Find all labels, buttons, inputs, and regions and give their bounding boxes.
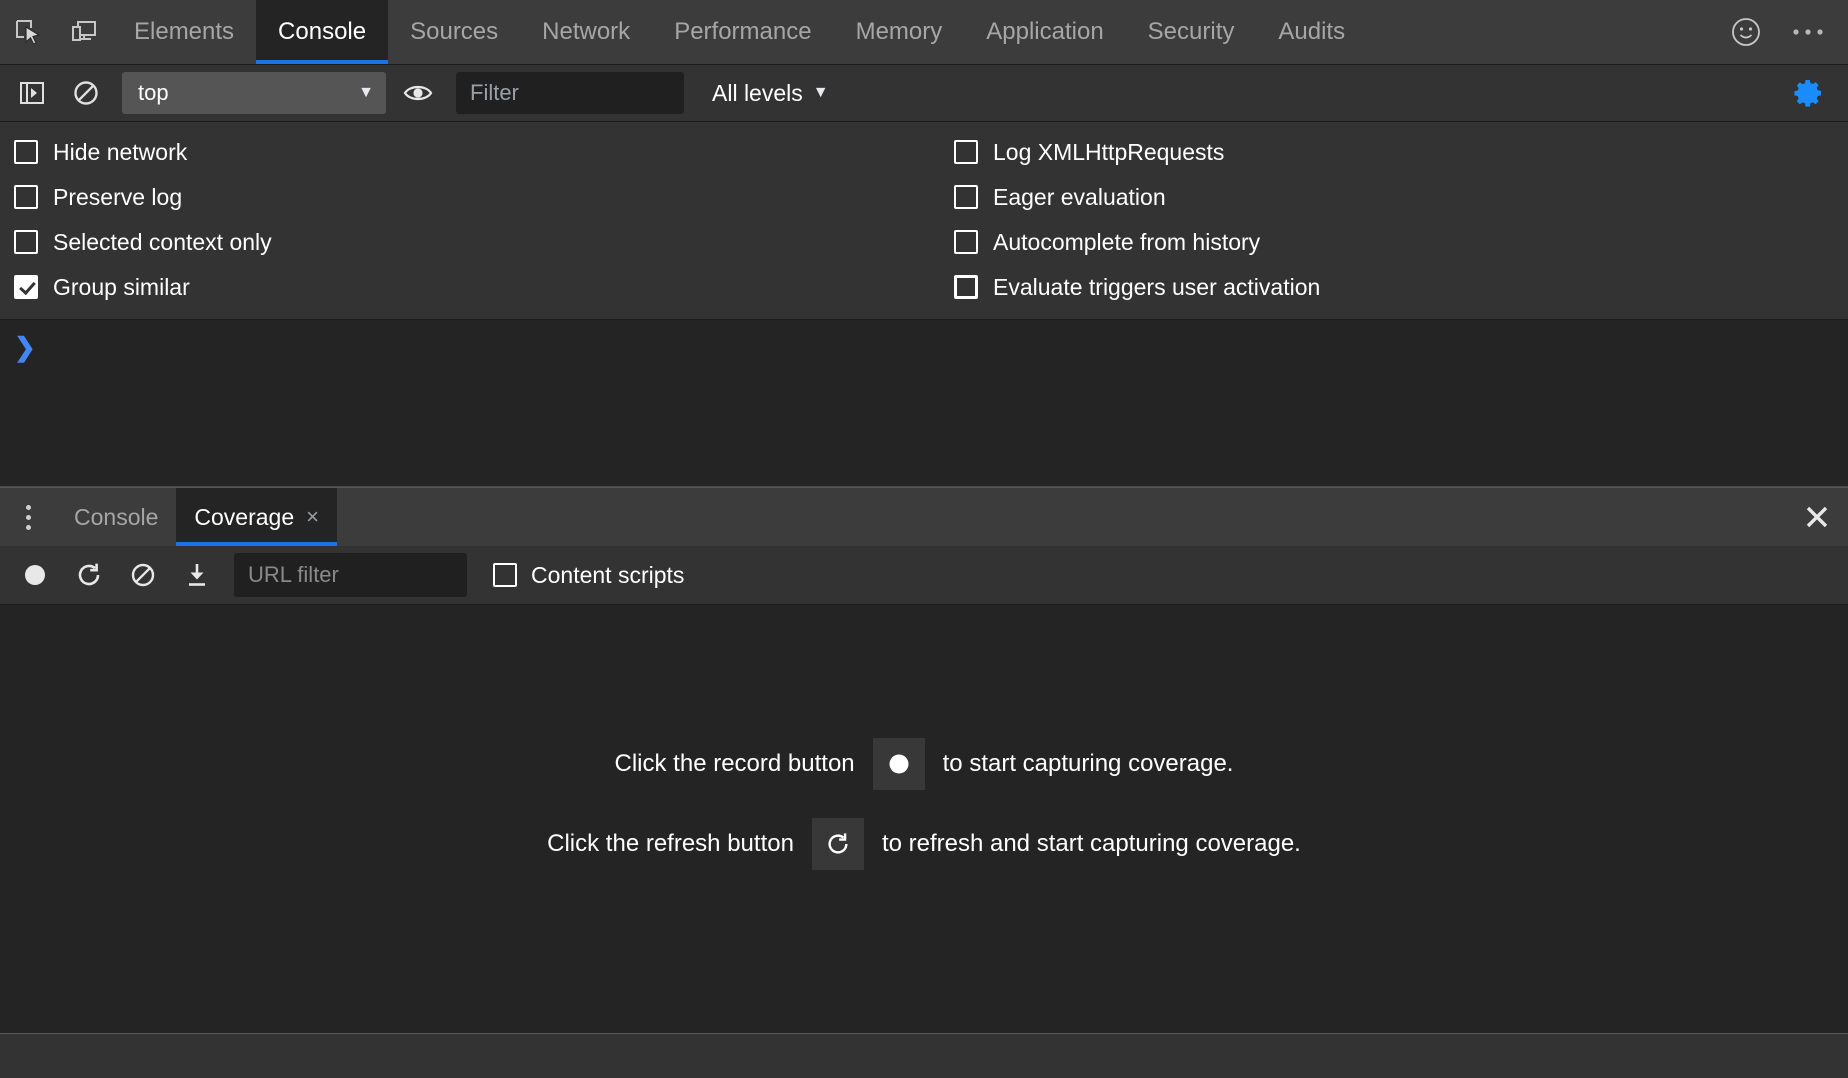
tab-label: Security: [1148, 18, 1235, 46]
tab-elements[interactable]: Elements: [112, 0, 256, 64]
setting-evaluate-triggers-user-activation[interactable]: Evaluate triggers user activation: [954, 271, 1848, 303]
setting-label: Content scripts: [531, 562, 684, 589]
setting-selected-context-only[interactable]: Selected context only: [14, 226, 954, 258]
tab-label: Performance: [674, 18, 811, 46]
execution-context-select[interactable]: top ▼: [122, 72, 386, 114]
url-filter-input[interactable]: [234, 553, 467, 597]
setting-preserve-log[interactable]: Preserve log: [14, 181, 954, 213]
setting-hide-network[interactable]: Hide network: [14, 136, 954, 168]
refresh-icon[interactable]: [812, 818, 864, 870]
checkbox-icon[interactable]: [14, 275, 38, 299]
coverage-toolbar: Content scripts: [0, 546, 1848, 605]
coverage-hint-refresh: Click the refresh button to refresh and …: [547, 818, 1301, 870]
setting-group-similar[interactable]: Group similar: [14, 271, 954, 303]
execution-context-value: top: [138, 80, 169, 106]
inspect-cursor-icon[interactable]: [0, 0, 56, 64]
checkbox-icon[interactable]: [14, 185, 38, 209]
device-toolbar-icon[interactable]: [56, 0, 112, 64]
setting-label: Autocomplete from history: [993, 229, 1260, 256]
drawer-panel: Console Coverage ×: [0, 487, 1848, 1078]
show-console-sidebar-icon[interactable]: [10, 71, 54, 115]
main-tabbar: Elements Console Sources Network Perform…: [0, 0, 1848, 65]
setting-label: Selected context only: [53, 229, 272, 256]
close-drawer-icon[interactable]: [1786, 488, 1848, 546]
hint-prefix: Click the record button: [615, 750, 855, 778]
console-prompt-row[interactable]: ❯: [0, 330, 1848, 360]
drawer-more-options-icon[interactable]: [0, 488, 56, 546]
hint-prefix: Click the refresh button: [547, 830, 794, 858]
checkbox-icon[interactable]: [954, 185, 978, 209]
console-settings-pane: Hide network Preserve log Selected conte…: [0, 122, 1848, 320]
coverage-empty-state: Click the record button to start capturi…: [0, 605, 1848, 1033]
checkbox-icon[interactable]: [954, 230, 978, 254]
setting-label: Group similar: [53, 274, 190, 301]
tab-application[interactable]: Application: [964, 0, 1125, 64]
tabbar-right-actions: [1724, 0, 1848, 64]
tab-label: Console: [278, 18, 366, 46]
setting-content-scripts[interactable]: Content scripts: [493, 562, 684, 589]
setting-label: Log XMLHttpRequests: [993, 139, 1224, 166]
checkbox-icon[interactable]: [954, 275, 978, 299]
eye-icon[interactable]: [396, 71, 440, 115]
drawer-tab-console[interactable]: Console: [56, 488, 176, 546]
tab-label: Memory: [856, 18, 943, 46]
drawer-tabbar-spacer: [337, 488, 1786, 546]
log-levels-select[interactable]: All levels ▼: [702, 80, 839, 107]
log-levels-value: All levels: [712, 80, 803, 107]
tab-label: Audits: [1278, 18, 1345, 46]
checkbox-icon[interactable]: [14, 230, 38, 254]
setting-label: Eager evaluation: [993, 184, 1166, 211]
tab-sources[interactable]: Sources: [388, 0, 520, 64]
console-filter-input[interactable]: [456, 72, 684, 114]
tabbar-spacer: [1367, 0, 1724, 64]
more-options-icon[interactable]: [1786, 10, 1830, 54]
download-export-icon[interactable]: [172, 552, 222, 598]
tab-label: Application: [986, 18, 1103, 46]
close-icon[interactable]: ×: [306, 506, 319, 528]
checkbox-icon[interactable]: [493, 563, 517, 587]
hint-suffix: to refresh and start capturing coverage.: [882, 830, 1301, 858]
tab-label: Elements: [134, 18, 234, 46]
setting-label: Preserve log: [53, 184, 182, 211]
setting-autocomplete-from-history[interactable]: Autocomplete from history: [954, 226, 1848, 258]
setting-label: Hide network: [53, 139, 187, 166]
clear-coverage-icon[interactable]: [118, 552, 168, 598]
devtools-window: Elements Console Sources Network Perform…: [0, 0, 1848, 1078]
smiley-face-icon[interactable]: [1724, 10, 1768, 54]
tab-label: Sources: [410, 18, 498, 46]
settings-column-right: Log XMLHttpRequests Eager evaluation Aut…: [954, 136, 1848, 303]
record-button-icon[interactable]: [873, 738, 925, 790]
tab-audits[interactable]: Audits: [1256, 0, 1367, 64]
gear-icon[interactable]: [1786, 70, 1832, 116]
checkbox-icon[interactable]: [14, 140, 38, 164]
drawer-tab-label: Coverage: [194, 504, 294, 531]
chevron-down-icon: ▼: [358, 84, 374, 102]
setting-label: Evaluate triggers user activation: [993, 274, 1320, 301]
coverage-hint-record: Click the record button to start capturi…: [615, 738, 1234, 790]
chevron-down-icon: ▼: [813, 84, 829, 102]
drawer-tab-label: Console: [74, 504, 158, 531]
tab-console[interactable]: Console: [256, 0, 388, 64]
tab-memory[interactable]: Memory: [834, 0, 965, 64]
tab-network[interactable]: Network: [520, 0, 652, 64]
setting-log-xmlhttprequests[interactable]: Log XMLHttpRequests: [954, 136, 1848, 168]
hint-suffix: to start capturing coverage.: [943, 750, 1234, 778]
drawer-tab-coverage[interactable]: Coverage ×: [176, 488, 337, 546]
refresh-icon[interactable]: [64, 552, 114, 598]
prompt-chevron-icon: ❯: [14, 334, 36, 360]
checkbox-icon[interactable]: [954, 140, 978, 164]
drawer-tabbar: Console Coverage ×: [0, 488, 1848, 546]
tab-label: Network: [542, 18, 630, 46]
setting-eager-evaluation[interactable]: Eager evaluation: [954, 181, 1848, 213]
tab-security[interactable]: Security: [1126, 0, 1257, 64]
dots-vertical-icon: [26, 505, 31, 530]
drawer-statusbar: [0, 1033, 1848, 1078]
clear-console-icon[interactable]: [64, 71, 108, 115]
console-toolbar: top ▼ All levels ▼: [0, 65, 1848, 122]
record-button-icon[interactable]: [10, 552, 60, 598]
console-output-area[interactable]: ❯: [0, 320, 1848, 487]
tab-performance[interactable]: Performance: [652, 0, 833, 64]
settings-column-left: Hide network Preserve log Selected conte…: [0, 136, 954, 303]
